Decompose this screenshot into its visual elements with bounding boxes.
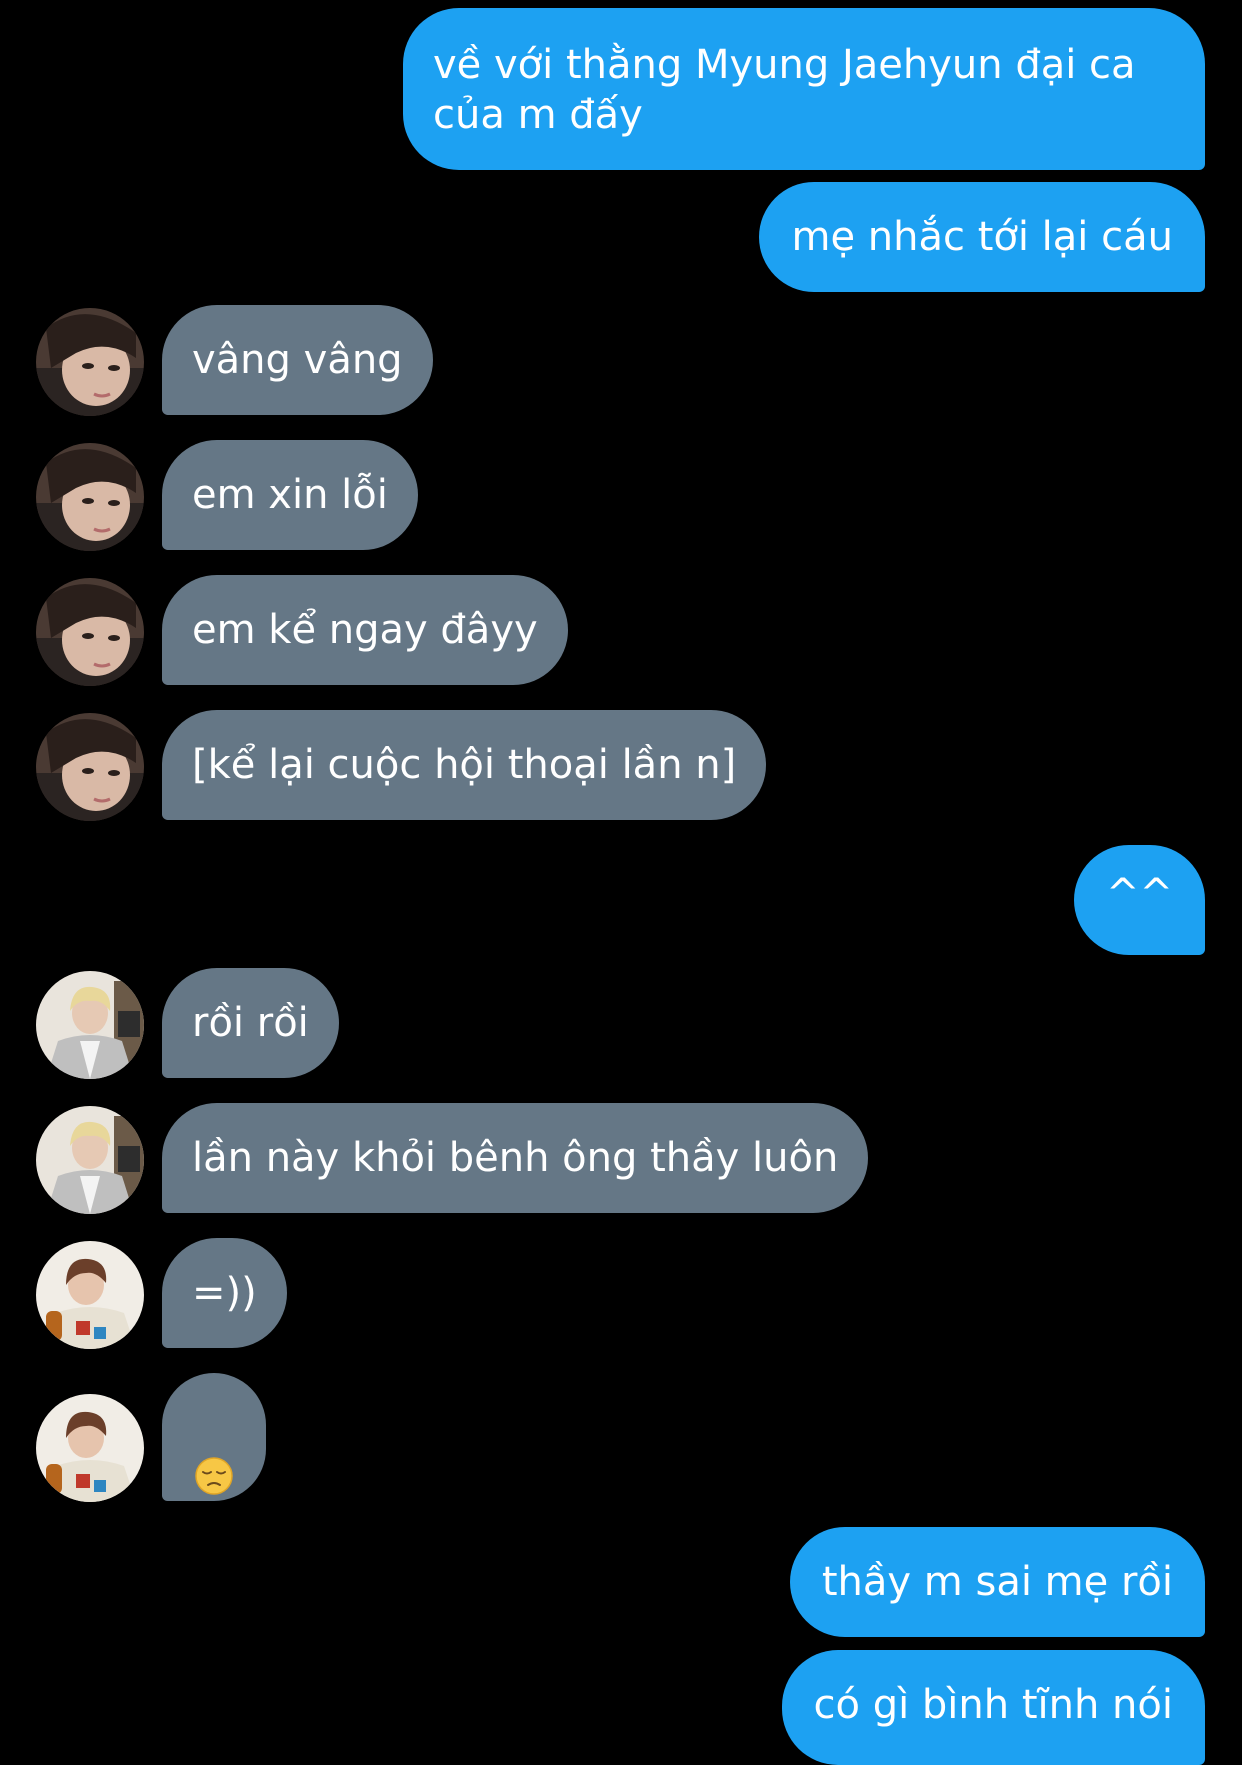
incoming-message[interactable]: [kể lại cuộc hội thoại lần n]	[162, 710, 767, 820]
outgoing-message[interactable]: có gì bình tĩnh nói	[781, 1650, 1205, 1765]
message-text: em kể ngay đâyy	[192, 607, 538, 653]
message-text: lần này khỏi bênh ông thầy luôn	[192, 1135, 839, 1181]
outgoing-message[interactable]: ^^	[1073, 845, 1205, 955]
message-text: ^^	[1105, 871, 1173, 917]
sender-avatar[interactable]	[36, 1241, 144, 1349]
message-text: có gì bình tĩnh nói	[813, 1682, 1173, 1728]
message-text: em xin lỗi	[192, 472, 388, 518]
message-text: [kể lại cuộc hội thoại lần n]	[192, 742, 737, 788]
sender-avatar[interactable]	[36, 308, 144, 416]
sender-avatar[interactable]	[36, 971, 144, 1079]
incoming-message[interactable]: vâng vâng	[162, 305, 433, 415]
sender-avatar[interactable]	[36, 443, 144, 551]
message-text: rồi rồi	[192, 1000, 309, 1046]
pensive-face-icon	[194, 1419, 234, 1495]
incoming-message[interactable]: em xin lỗi	[162, 440, 418, 550]
sender-avatar[interactable]	[36, 1106, 144, 1214]
incoming-message[interactable]: lần này khỏi bênh ông thầy luôn	[162, 1103, 869, 1213]
incoming-message[interactable]: rồi rồi	[162, 968, 339, 1078]
conversation-thread[interactable]: về với thằng Myung Jaehyun đại ca của m …	[0, 0, 1242, 1765]
message-text: thầy m sai mẹ rồi	[821, 1559, 1173, 1605]
sender-avatar[interactable]	[36, 1394, 144, 1502]
incoming-message[interactable]: =))	[162, 1238, 287, 1348]
sender-avatar[interactable]	[36, 578, 144, 686]
message-text: =))	[192, 1270, 257, 1316]
incoming-message[interactable]: em kể ngay đâyy	[162, 575, 568, 685]
incoming-message[interactable]	[162, 1373, 266, 1501]
message-text: mẹ nhắc tới lại cáu	[791, 214, 1173, 260]
outgoing-message[interactable]: mẹ nhắc tới lại cáu	[759, 182, 1205, 292]
message-text: về với thằng Myung Jaehyun đại ca của m …	[433, 42, 1136, 138]
sender-avatar[interactable]	[36, 713, 144, 821]
message-text: vâng vâng	[192, 337, 403, 383]
outgoing-message[interactable]: thầy m sai mẹ rồi	[789, 1527, 1205, 1637]
outgoing-message[interactable]: về với thằng Myung Jaehyun đại ca của m …	[403, 8, 1205, 170]
